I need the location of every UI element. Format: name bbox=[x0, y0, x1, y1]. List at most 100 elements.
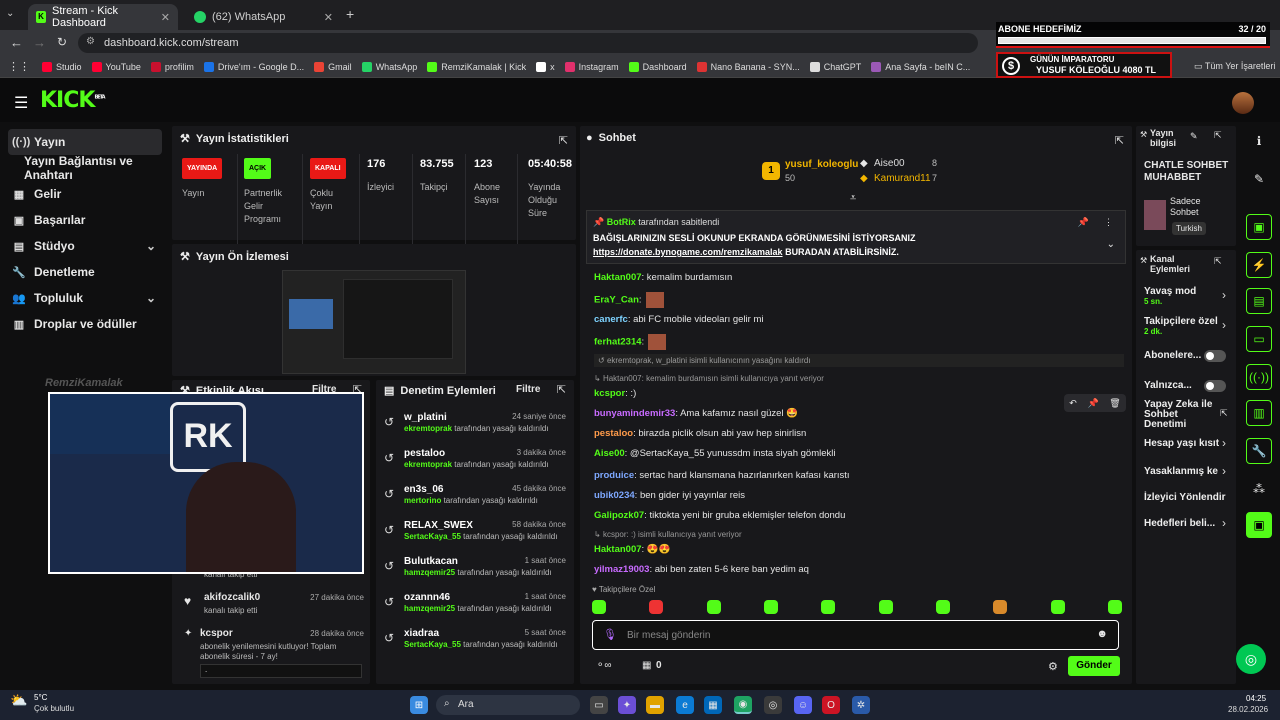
popout-icon[interactable]: ⇱ bbox=[557, 383, 566, 396]
back-icon[interactable]: ← bbox=[10, 35, 23, 50]
external-link-icon[interactable]: ⇱ bbox=[1220, 408, 1228, 419]
action-goals[interactable]: Hedefleri beli... bbox=[1144, 518, 1215, 529]
emote-icon[interactable] bbox=[935, 600, 950, 614]
top-gifter-name[interactable]: Kamurand11 bbox=[874, 173, 931, 184]
app-icon[interactable]: ▣ bbox=[1246, 512, 1272, 538]
mod-actor[interactable]: ekremtoprak bbox=[404, 460, 452, 469]
undo-icon[interactable]: ↺ bbox=[384, 559, 394, 573]
pin-icon[interactable]: 📌 bbox=[1087, 398, 1098, 409]
action-ai-moderation[interactable]: Yapay Zeka ile Sohbet Denetimi bbox=[1144, 400, 1214, 430]
edit-icon[interactable]: ✎ bbox=[1190, 131, 1198, 142]
pinned-user[interactable]: BotRix bbox=[607, 217, 636, 227]
taskbar-search[interactable]: ⌕ Ara bbox=[436, 695, 580, 715]
tab-whatsapp[interactable]: (62) WhatsApp ✕ bbox=[186, 4, 341, 30]
expand-icon[interactable]: ⩡ bbox=[850, 192, 856, 205]
more-icon[interactable]: ⋮ bbox=[1104, 217, 1113, 228]
chat-username[interactable]: EraY_Can bbox=[594, 295, 639, 306]
chevron-down-icon[interactable]: ⌄ bbox=[146, 291, 156, 305]
popout-icon[interactable]: ⇱ bbox=[1115, 134, 1124, 147]
subscribers-only-toggle[interactable] bbox=[1204, 350, 1226, 362]
tab-kick-dashboard[interactable]: K Stream - Kick Dashboard ✕ bbox=[28, 4, 178, 30]
sidebar-item-denetleme[interactable]: 🔧 Denetleme bbox=[0, 259, 170, 285]
settings-gear-icon[interactable]: ⚙ bbox=[1048, 660, 1058, 673]
all-bookmarks[interactable]: ▭ Tüm Yer İşaretleri bbox=[1194, 61, 1275, 72]
mod-actor[interactable]: mertorino bbox=[404, 496, 441, 505]
undo-icon[interactable]: ↺ bbox=[384, 487, 394, 501]
activity-user[interactable]: kcspor bbox=[200, 628, 233, 639]
mod-actor[interactable]: SertacKaya_55 bbox=[404, 532, 461, 541]
close-tab-icon[interactable]: ✕ bbox=[161, 11, 170, 24]
emote-icon[interactable] bbox=[1107, 600, 1122, 614]
avatar[interactable] bbox=[1232, 92, 1254, 114]
bookmark-item[interactable]: WhatsApp bbox=[361, 61, 417, 72]
emote-icon[interactable] bbox=[821, 600, 836, 614]
chat-username[interactable]: Galipozk07 bbox=[594, 510, 644, 521]
pin-icon[interactable]: 📌 bbox=[1078, 217, 1089, 228]
emote-icon[interactable] bbox=[878, 600, 893, 614]
wrench-icon[interactable]: 🔧 bbox=[1246, 438, 1272, 464]
chevron-down-icon[interactable]: ⌄ bbox=[146, 239, 156, 253]
emote-icon[interactable] bbox=[1050, 600, 1065, 614]
chat-username[interactable]: ubik0234 bbox=[594, 490, 635, 501]
popout-icon[interactable]: ⇱ bbox=[1214, 256, 1222, 267]
preview-video[interactable] bbox=[282, 270, 466, 374]
mod-actor[interactable]: hamzqemir25 bbox=[404, 568, 455, 577]
close-tab-icon[interactable]: ✕ bbox=[324, 11, 333, 24]
chat-username[interactable]: bunyamindemir33 bbox=[594, 408, 675, 419]
chevron-right-icon[interactable]: › bbox=[1222, 318, 1226, 332]
chat-username[interactable]: produice bbox=[594, 470, 634, 481]
broadcast-icon[interactable]: ((·)) bbox=[1246, 364, 1272, 390]
action-followers-only[interactable]: Takipçilere özel 2 dk. bbox=[1144, 316, 1224, 336]
apps-grid-icon[interactable]: ⋮⋮ bbox=[8, 60, 30, 73]
bookmark-item[interactable]: Ana Sayfa - beIN C... bbox=[871, 61, 970, 72]
chat-bubble-icon[interactable]: ▭ bbox=[1246, 326, 1272, 352]
mod-actor[interactable]: SertacKaya_55 bbox=[404, 640, 461, 649]
sidebar-item-stream-key[interactable]: Yayın Bağlantısı ve Anahtarı bbox=[0, 154, 170, 182]
bookmark-item[interactable]: RemziKamalak | Kick bbox=[427, 61, 526, 72]
new-tab-icon[interactable]: + bbox=[346, 6, 354, 22]
emote-icon[interactable] bbox=[993, 600, 1008, 614]
chat-username[interactable]: Haktan007 bbox=[594, 544, 642, 555]
webcam-overlay[interactable]: RK bbox=[48, 392, 364, 574]
bookmark-item[interactable]: Studio bbox=[42, 61, 82, 72]
menu-icon[interactable]: ☰ bbox=[14, 93, 28, 113]
popout-icon[interactable]: ⇱ bbox=[1214, 130, 1222, 141]
chat-username[interactable]: kcspor bbox=[594, 388, 625, 399]
emote-icon[interactable] bbox=[763, 600, 778, 614]
undo-icon[interactable]: ↺ bbox=[384, 631, 394, 645]
emote-icon[interactable] bbox=[706, 600, 721, 614]
weather-icon[interactable]: ⛅ bbox=[10, 692, 32, 712]
support-headset-icon[interactable]: ◎ bbox=[1236, 644, 1266, 674]
sidebar-item-studyo[interactable]: ▤ Stüdyo ⌄ bbox=[0, 233, 170, 259]
undo-icon[interactable]: ↺ bbox=[384, 523, 394, 537]
sidebar-item-basarilar[interactable]: ▣ Başarılar bbox=[0, 207, 170, 233]
storage-icon[interactable]: ▥ bbox=[1246, 400, 1272, 426]
sidebar-item-yayin[interactable]: ((·)) Yayın bbox=[8, 129, 162, 155]
chat-username[interactable]: pestaloo bbox=[594, 428, 633, 439]
chat-username[interactable]: Aise00 bbox=[594, 448, 625, 459]
discord-icon[interactable]: ☺ bbox=[794, 696, 812, 714]
action-slow-mode[interactable]: Yavaş mod 5 sn. bbox=[1144, 286, 1196, 306]
action-raid[interactable]: İzleyici Yönlendir bbox=[1144, 492, 1226, 503]
top-gifter-name[interactable]: yusuf_koleoglu bbox=[785, 159, 858, 170]
bookmark-item[interactable]: x bbox=[536, 61, 555, 72]
bookmark-item[interactable]: Instagram bbox=[564, 61, 619, 72]
pinned-link[interactable]: https://donate.bynogame.com/remzikamalak bbox=[593, 247, 783, 257]
delete-icon[interactable]: 🗑 bbox=[1109, 398, 1120, 409]
emoji-icon[interactable]: ☻ bbox=[1096, 628, 1108, 640]
sidebar-item-droplar[interactable]: ▥ Droplar ve ödüller bbox=[0, 311, 170, 337]
emote-icon[interactable] bbox=[649, 600, 664, 614]
app-icon[interactable]: ✲ bbox=[852, 696, 870, 714]
category-name[interactable]: Sadece Sohbet bbox=[1170, 196, 1230, 218]
document-icon[interactable]: ▤ bbox=[1246, 288, 1272, 314]
mod-actor[interactable]: ekremtoprak bbox=[404, 424, 452, 433]
file-explorer-icon[interactable]: ▬ bbox=[646, 696, 664, 714]
undo-icon[interactable]: ↺ bbox=[384, 415, 394, 429]
chat-username[interactable]: ferhat2314 bbox=[594, 337, 642, 348]
bookmark-item[interactable]: Dashboard bbox=[628, 61, 687, 72]
bookmark-item[interactable]: YouTube bbox=[91, 61, 141, 72]
bookmark-item[interactable]: Nano Banana - SYN... bbox=[696, 61, 800, 72]
sidebar-item-topluluk[interactable]: 👥 Topluluk ⌄ bbox=[0, 285, 170, 311]
forward-icon[interactable]: → bbox=[33, 35, 46, 50]
copilot-icon[interactable]: ✦ bbox=[618, 696, 636, 714]
